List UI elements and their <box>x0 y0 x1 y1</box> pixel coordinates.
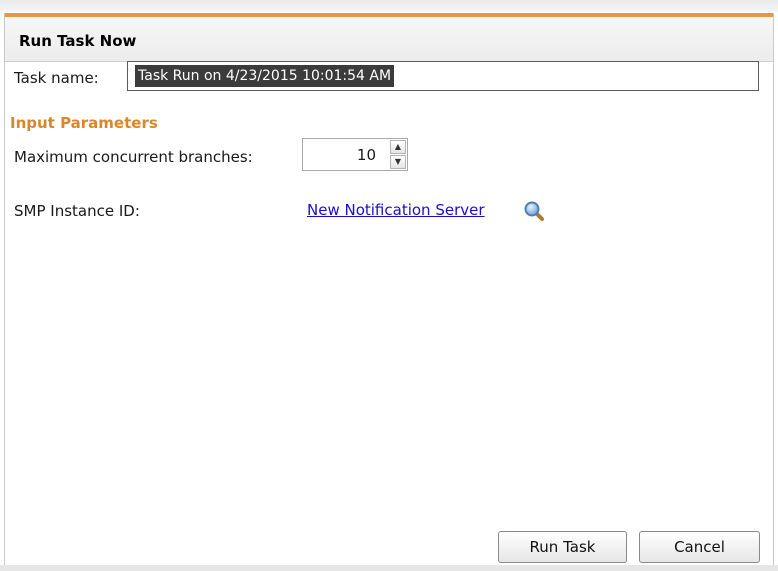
search-icon[interactable] <box>523 200 545 222</box>
task-name-input[interactable]: Task Run on 4/23/2015 10:01:54 AM <box>127 61 759 91</box>
task-name-label: Task name: <box>14 69 99 87</box>
smp-instance-label: SMP Instance ID: <box>14 202 140 220</box>
input-parameters-heading: Input Parameters <box>10 114 158 132</box>
dialog-title: Run Task Now <box>19 32 137 50</box>
run-task-button[interactable]: Run Task <box>498 531 627 563</box>
window-bottom-strip <box>0 565 778 571</box>
smp-instance-link[interactable]: New Notification Server <box>307 201 485 219</box>
run-task-dialog: Run Task Now <box>4 13 774 565</box>
dialog-title-bar: Run Task Now <box>5 17 773 62</box>
task-name-value: Task Run on 4/23/2015 10:01:54 AM <box>135 65 395 87</box>
max-branches-value[interactable]: 10 <box>357 146 376 164</box>
max-branches-stepper[interactable]: 10 ▲ ▼ <box>302 138 408 171</box>
chevron-up-icon[interactable]: ▲ <box>390 140 406 154</box>
max-branches-label: Maximum concurrent branches: <box>14 148 253 166</box>
window-top-strip <box>0 0 778 12</box>
chevron-down-icon[interactable]: ▼ <box>390 155 406 169</box>
cancel-button[interactable]: Cancel <box>639 531 760 563</box>
